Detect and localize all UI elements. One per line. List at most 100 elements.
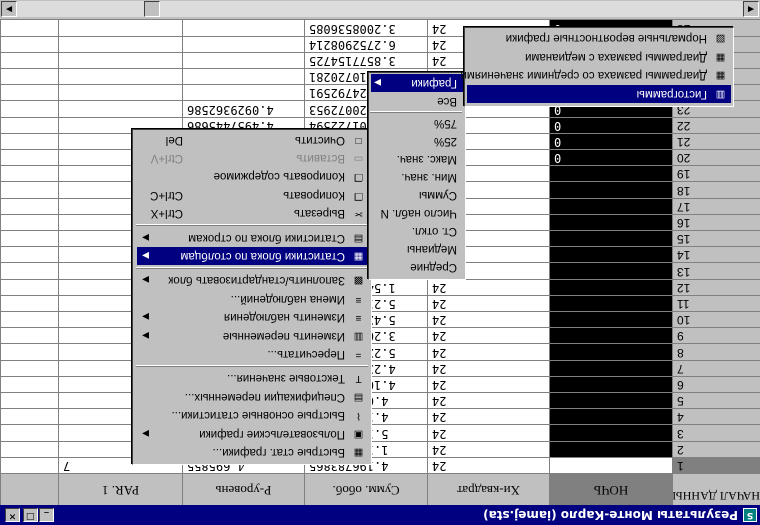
graph-item[interactable]: ▦ Диаграммы размаха со средними значениям… <box>460 67 731 85</box>
header-noch[interactable]: НОЧЬ <box>549 473 672 505</box>
header-par1[interactable]: PAR. 1 <box>58 473 182 505</box>
cell-noch[interactable] <box>549 262 672 279</box>
menu-item-col-stats[interactable]: ▦ Статистики блока по столбцам ▶ <box>137 247 369 265</box>
menu-item-text-values[interactable]: T Текстовые значения... <box>137 369 369 387</box>
cell-noch[interactable] <box>549 392 672 409</box>
cell-p-level[interactable] <box>182 19 304 36</box>
cell-par1[interactable] <box>58 35 182 52</box>
cell-chi-square[interactable]: 24 <box>427 392 549 409</box>
header-next-column[interactable] <box>0 473 58 505</box>
stats-item[interactable]: Средние <box>371 258 463 276</box>
minimize-button[interactable]: _ <box>39 508 54 522</box>
cell-noch[interactable] <box>549 165 672 182</box>
cell-p-level[interactable]: 4.0929362586 <box>182 100 304 117</box>
cell-noch[interactable] <box>549 311 672 328</box>
cell-next[interactable] <box>0 149 58 166</box>
stats-item[interactable]: 75% <box>371 114 463 132</box>
menu-item-names[interactable]: ≡ Имена наблюдений... <box>137 290 369 308</box>
cell-noch[interactable] <box>549 456 672 473</box>
cell-par1[interactable] <box>58 84 182 101</box>
cell-next[interactable] <box>0 35 58 52</box>
cell-chi-square[interactable]: 24 <box>427 278 549 295</box>
row-number[interactable]: 20 <box>672 149 760 166</box>
cell-par1[interactable] <box>58 100 182 117</box>
cell-next[interactable] <box>0 213 58 230</box>
cell-next[interactable] <box>0 116 58 133</box>
maximize-button[interactable]: □ <box>23 508 38 522</box>
cell-next[interactable] <box>0 197 58 214</box>
header-p-level[interactable]: Р-уровень <box>182 473 304 505</box>
scroll-thumb[interactable] <box>144 1 160 17</box>
row-number[interactable]: 18 <box>672 181 760 198</box>
cell-next[interactable] <box>0 440 58 457</box>
row-number[interactable]: 22 <box>672 116 760 133</box>
cell-next[interactable] <box>0 262 58 279</box>
stats-item[interactable]: Число набл. N <box>371 204 463 222</box>
stats-item[interactable]: Макс. знач. <box>371 150 463 168</box>
scroll-track[interactable] <box>17 1 743 17</box>
graph-item[interactable]: ▥ Гистограммы <box>467 85 731 103</box>
row-number[interactable]: 3 <box>672 424 760 441</box>
cell-next[interactable] <box>0 375 58 392</box>
row-number[interactable]: 14 <box>672 246 760 263</box>
cell-next[interactable] <box>0 165 58 182</box>
cell-sum[interactable]: 3.2008536085 <box>304 19 427 36</box>
cell-noch[interactable]: 0 <box>549 132 672 149</box>
cell-chi-square[interactable]: 24 <box>427 294 549 311</box>
cell-noch[interactable] <box>549 440 672 457</box>
cell-next[interactable] <box>0 51 58 68</box>
cell-chi-square[interactable]: 24 <box>427 375 549 392</box>
cell-next[interactable] <box>0 100 58 117</box>
cell-noch[interactable] <box>549 197 672 214</box>
menu-item-vars[interactable]: ▥ Изменить переменные ▶ <box>137 327 369 345</box>
cell-next[interactable] <box>0 294 58 311</box>
title-bar[interactable]: S Результаты Монте-Карло (iamej.sta) _ □… <box>0 505 760 525</box>
scroll-left-arrow-icon[interactable]: ◀ <box>743 1 759 17</box>
cell-sum[interactable]: 6.2752908214 <box>304 35 427 52</box>
cell-chi-square[interactable]: 24 <box>427 456 549 473</box>
cell-next[interactable] <box>0 132 58 149</box>
cell-next[interactable] <box>0 327 58 344</box>
row-number[interactable]: 1 <box>672 456 760 473</box>
cell-next[interactable] <box>0 424 58 441</box>
cell-chi-square[interactable]: 24 <box>427 359 549 376</box>
header-sum[interactable]: Сумм. обоб. <box>304 473 427 505</box>
row-number[interactable]: 10 <box>672 311 760 328</box>
row-number[interactable]: 8 <box>672 343 760 360</box>
cell-noch[interactable] <box>549 294 672 311</box>
row-number[interactable]: 17 <box>672 197 760 214</box>
row-number[interactable]: 11 <box>672 294 760 311</box>
cell-p-level[interactable] <box>182 51 304 68</box>
cell-chi-square[interactable]: 24 <box>427 408 549 425</box>
cell-next[interactable] <box>0 408 58 425</box>
cell-noch[interactable] <box>549 408 672 425</box>
scroll-right-arrow-icon[interactable]: ▶ <box>1 1 17 17</box>
menu-item-copy-content[interactable]: ❐ Копировать содержимое <box>137 167 369 185</box>
graph-item[interactable]: ▨ Нормальные вероятностные графики <box>467 30 731 48</box>
stats-item[interactable]: Медианы <box>371 240 463 258</box>
cell-noch[interactable] <box>549 424 672 441</box>
cell-next[interactable] <box>0 359 58 376</box>
menu-item-copy[interactable]: ❐ Копировать Ctrl+C <box>137 186 369 204</box>
cell-chi-square[interactable]: 24 <box>427 327 549 344</box>
cell-p-level[interactable] <box>182 68 304 85</box>
cell-chi-square[interactable]: 24 <box>427 343 549 360</box>
cell-next[interactable] <box>0 181 58 198</box>
stats-item[interactable]: Графики ▶ <box>371 74 463 92</box>
cell-chi-square[interactable]: 24 <box>427 311 549 328</box>
cell-noch[interactable] <box>549 343 672 360</box>
stats-item[interactable]: Все <box>371 92 463 110</box>
cell-next[interactable] <box>0 19 58 36</box>
cell-noch[interactable] <box>549 359 672 376</box>
menu-item-spec[interactable]: ▤ Спецификации переменных... <box>137 388 369 406</box>
row-number[interactable]: 6 <box>672 375 760 392</box>
cell-next[interactable] <box>0 246 58 263</box>
cell-next[interactable] <box>0 84 58 101</box>
row-number[interactable]: 12 <box>672 278 760 295</box>
menu-item-cases[interactable]: ≡ Изменить наблюдения ▶ <box>137 308 369 326</box>
app-icon[interactable]: S <box>743 508 757 522</box>
menu-item-graph[interactable]: ▦ Быстрые стат. графики... <box>137 443 369 461</box>
cell-par1[interactable] <box>58 51 182 68</box>
row-number[interactable]: 15 <box>672 230 760 247</box>
cell-p-level[interactable] <box>182 35 304 52</box>
